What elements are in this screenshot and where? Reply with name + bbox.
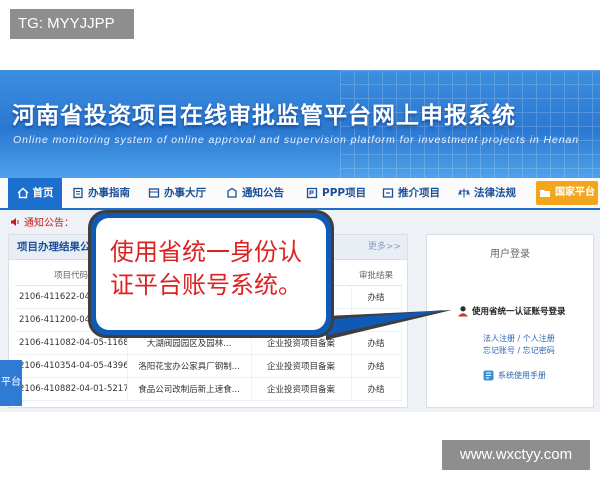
watermark: www.wxctyy.com bbox=[442, 440, 590, 470]
callout-bubble: 使用省统一身份认证平台账号系统。 bbox=[88, 210, 334, 338]
callout-inner: 使用省统一身份认证平台账号系统。 bbox=[96, 218, 326, 330]
overlay-tag: TG: MYYJJPP bbox=[10, 9, 134, 39]
callout-text: 使用省统一身份认证平台账号系统。 bbox=[110, 238, 302, 299]
